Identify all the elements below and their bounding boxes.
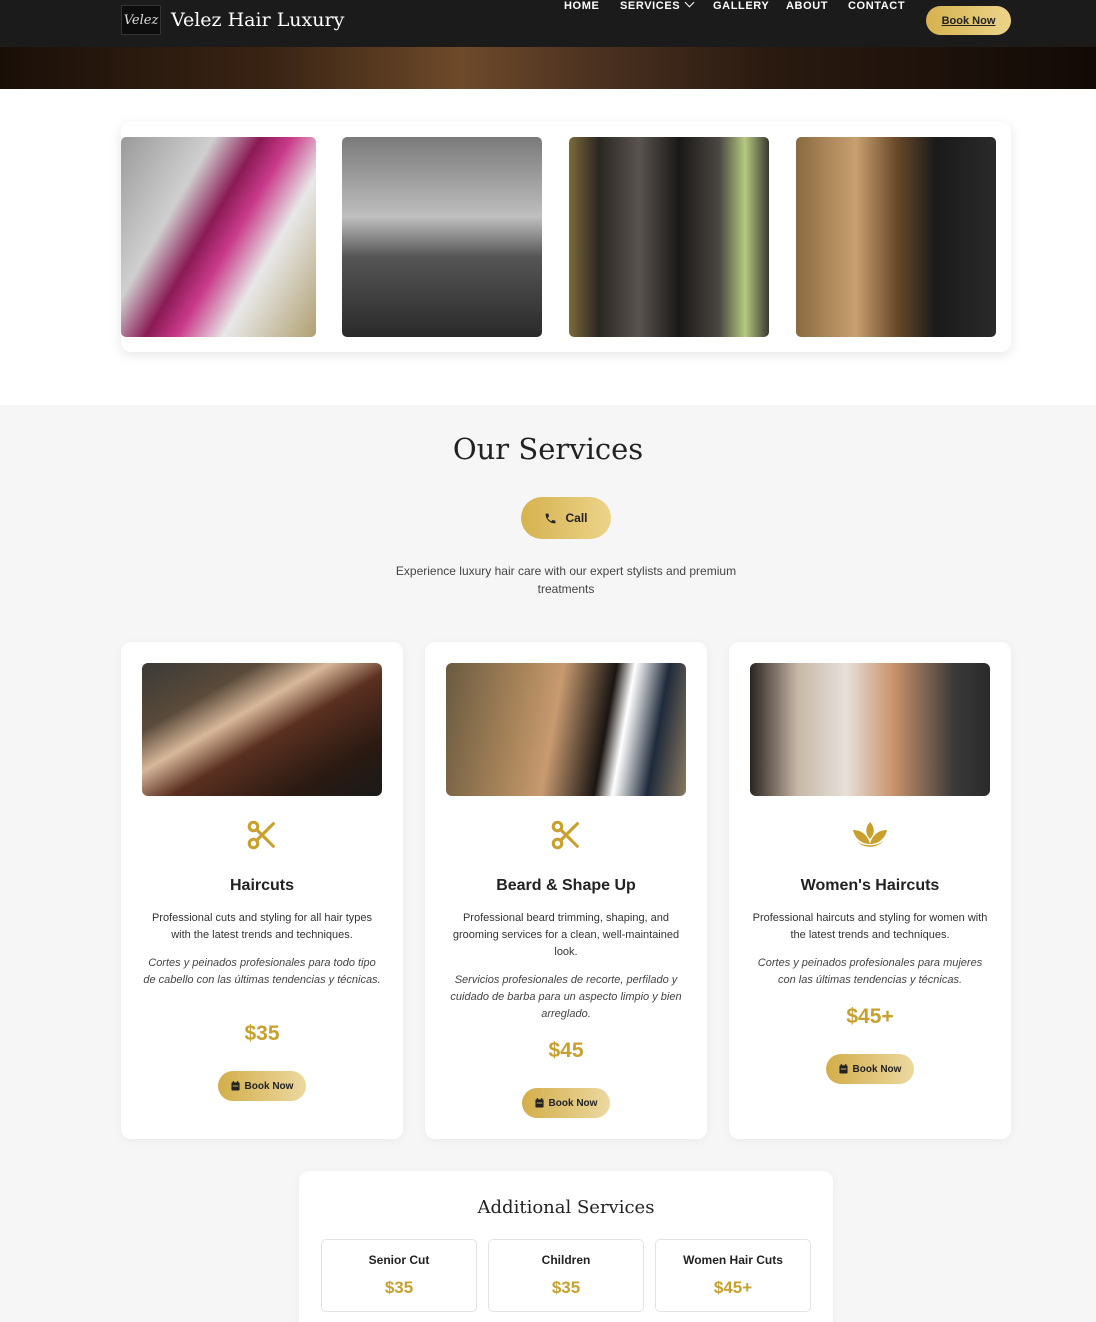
top-navbar: Velez Velez Hair Luxury HOME SERVICES GA… — [0, 0, 1096, 47]
lotus-icon — [729, 818, 1011, 852]
nav-services[interactable]: SERVICES — [620, 0, 695, 12]
gallery-photo-pink-hair[interactable] — [121, 137, 316, 337]
service-description: Professional haircuts and styling for wo… — [752, 912, 988, 941]
gallery-carousel[interactable] — [121, 122, 1011, 352]
additional-service-name: Senior Cut — [368, 1253, 430, 1267]
nav-about[interactable]: ABOUT — [786, 0, 828, 12]
gallery-photo-salon-tools[interactable] — [342, 137, 542, 337]
book-now-label: Book Now — [548, 1097, 598, 1109]
womens-haircuts-image — [750, 663, 990, 796]
book-now-button[interactable]: Book Now — [522, 1088, 610, 1118]
additional-service-item[interactable]: Women Hair Cuts $45+ — [655, 1239, 811, 1312]
service-description-spanish: Cortes y peinados profesionales para muj… — [757, 957, 983, 986]
logo-text: Velez — [123, 12, 159, 28]
service-description-spanish: Cortes y peinados profesionales para tod… — [143, 957, 381, 986]
service-title: Haircuts — [229, 877, 295, 894]
services-intro: Experience luxury hair care with our exp… — [395, 564, 737, 596]
service-description: Professional beard trimming, shaping, an… — [452, 912, 680, 958]
service-card-haircuts: Haircuts Professional cuts and styling f… — [121, 642, 403, 1139]
nav-services-label: SERVICES — [620, 0, 681, 12]
call-button[interactable]: Call — [521, 497, 611, 539]
nav-book-now-button[interactable]: Book Now — [926, 6, 1011, 35]
service-card-beard: Beard & Shape Up Professional beard trim… — [425, 642, 707, 1139]
chevron-down-icon — [684, 0, 695, 8]
service-description-spanish: Servicios profesionales de recorte, perf… — [450, 974, 682, 1020]
book-now-button[interactable]: Book Now — [826, 1054, 914, 1084]
nav-contact[interactable]: CONTACT — [848, 0, 905, 12]
hero-image — [0, 47, 1096, 89]
book-now-label: Book Now — [852, 1063, 902, 1075]
haircuts-image — [142, 663, 382, 796]
calendar-icon — [230, 1081, 240, 1091]
brand-name[interactable]: Velez Hair Luxury — [171, 9, 344, 31]
scissors-icon — [425, 818, 707, 852]
nav-home[interactable]: HOME — [564, 0, 599, 12]
services-title: Our Services — [452, 432, 644, 466]
additional-service-name: Children — [541, 1253, 591, 1267]
nav-gallery[interactable]: GALLERY — [713, 0, 769, 12]
service-price: $45 — [548, 1039, 584, 1062]
book-now-label: Book Now — [244, 1080, 294, 1092]
call-button-label: Call — [565, 511, 588, 525]
gallery-photo-hair-trim[interactable] — [796, 137, 996, 337]
additional-services-title: Additional Services — [477, 1197, 655, 1218]
additional-service-price: $45+ — [713, 1278, 753, 1297]
calendar-icon — [534, 1098, 544, 1108]
phone-icon — [546, 513, 556, 523]
book-now-button[interactable]: Book Now — [218, 1071, 306, 1101]
service-description: Professional cuts and styling for all ha… — [151, 912, 373, 941]
additional-services-card: Additional Services Senior Cut $35 Child… — [299, 1171, 833, 1322]
additional-service-price: $35 — [551, 1278, 581, 1297]
calendar-icon — [838, 1064, 848, 1074]
additional-service-name: Women Hair Cuts — [683, 1253, 783, 1267]
service-title: Beard & Shape Up — [496, 877, 636, 894]
additional-service-item[interactable]: Children $35 — [488, 1239, 644, 1312]
service-price: $45+ — [846, 1005, 894, 1028]
service-card-womens-haircuts: Women's Haircuts Professional haircuts a… — [729, 642, 1011, 1139]
gallery-photo-straight-hair[interactable] — [569, 137, 769, 337]
beard-image — [446, 663, 686, 796]
additional-service-price: $35 — [384, 1278, 414, 1297]
service-price: $35 — [244, 1022, 280, 1045]
additional-service-item[interactable]: Senior Cut $35 — [321, 1239, 477, 1312]
service-title: Women's Haircuts — [800, 877, 940, 894]
logo[interactable]: Velez — [121, 5, 161, 35]
scissors-icon — [121, 818, 403, 852]
